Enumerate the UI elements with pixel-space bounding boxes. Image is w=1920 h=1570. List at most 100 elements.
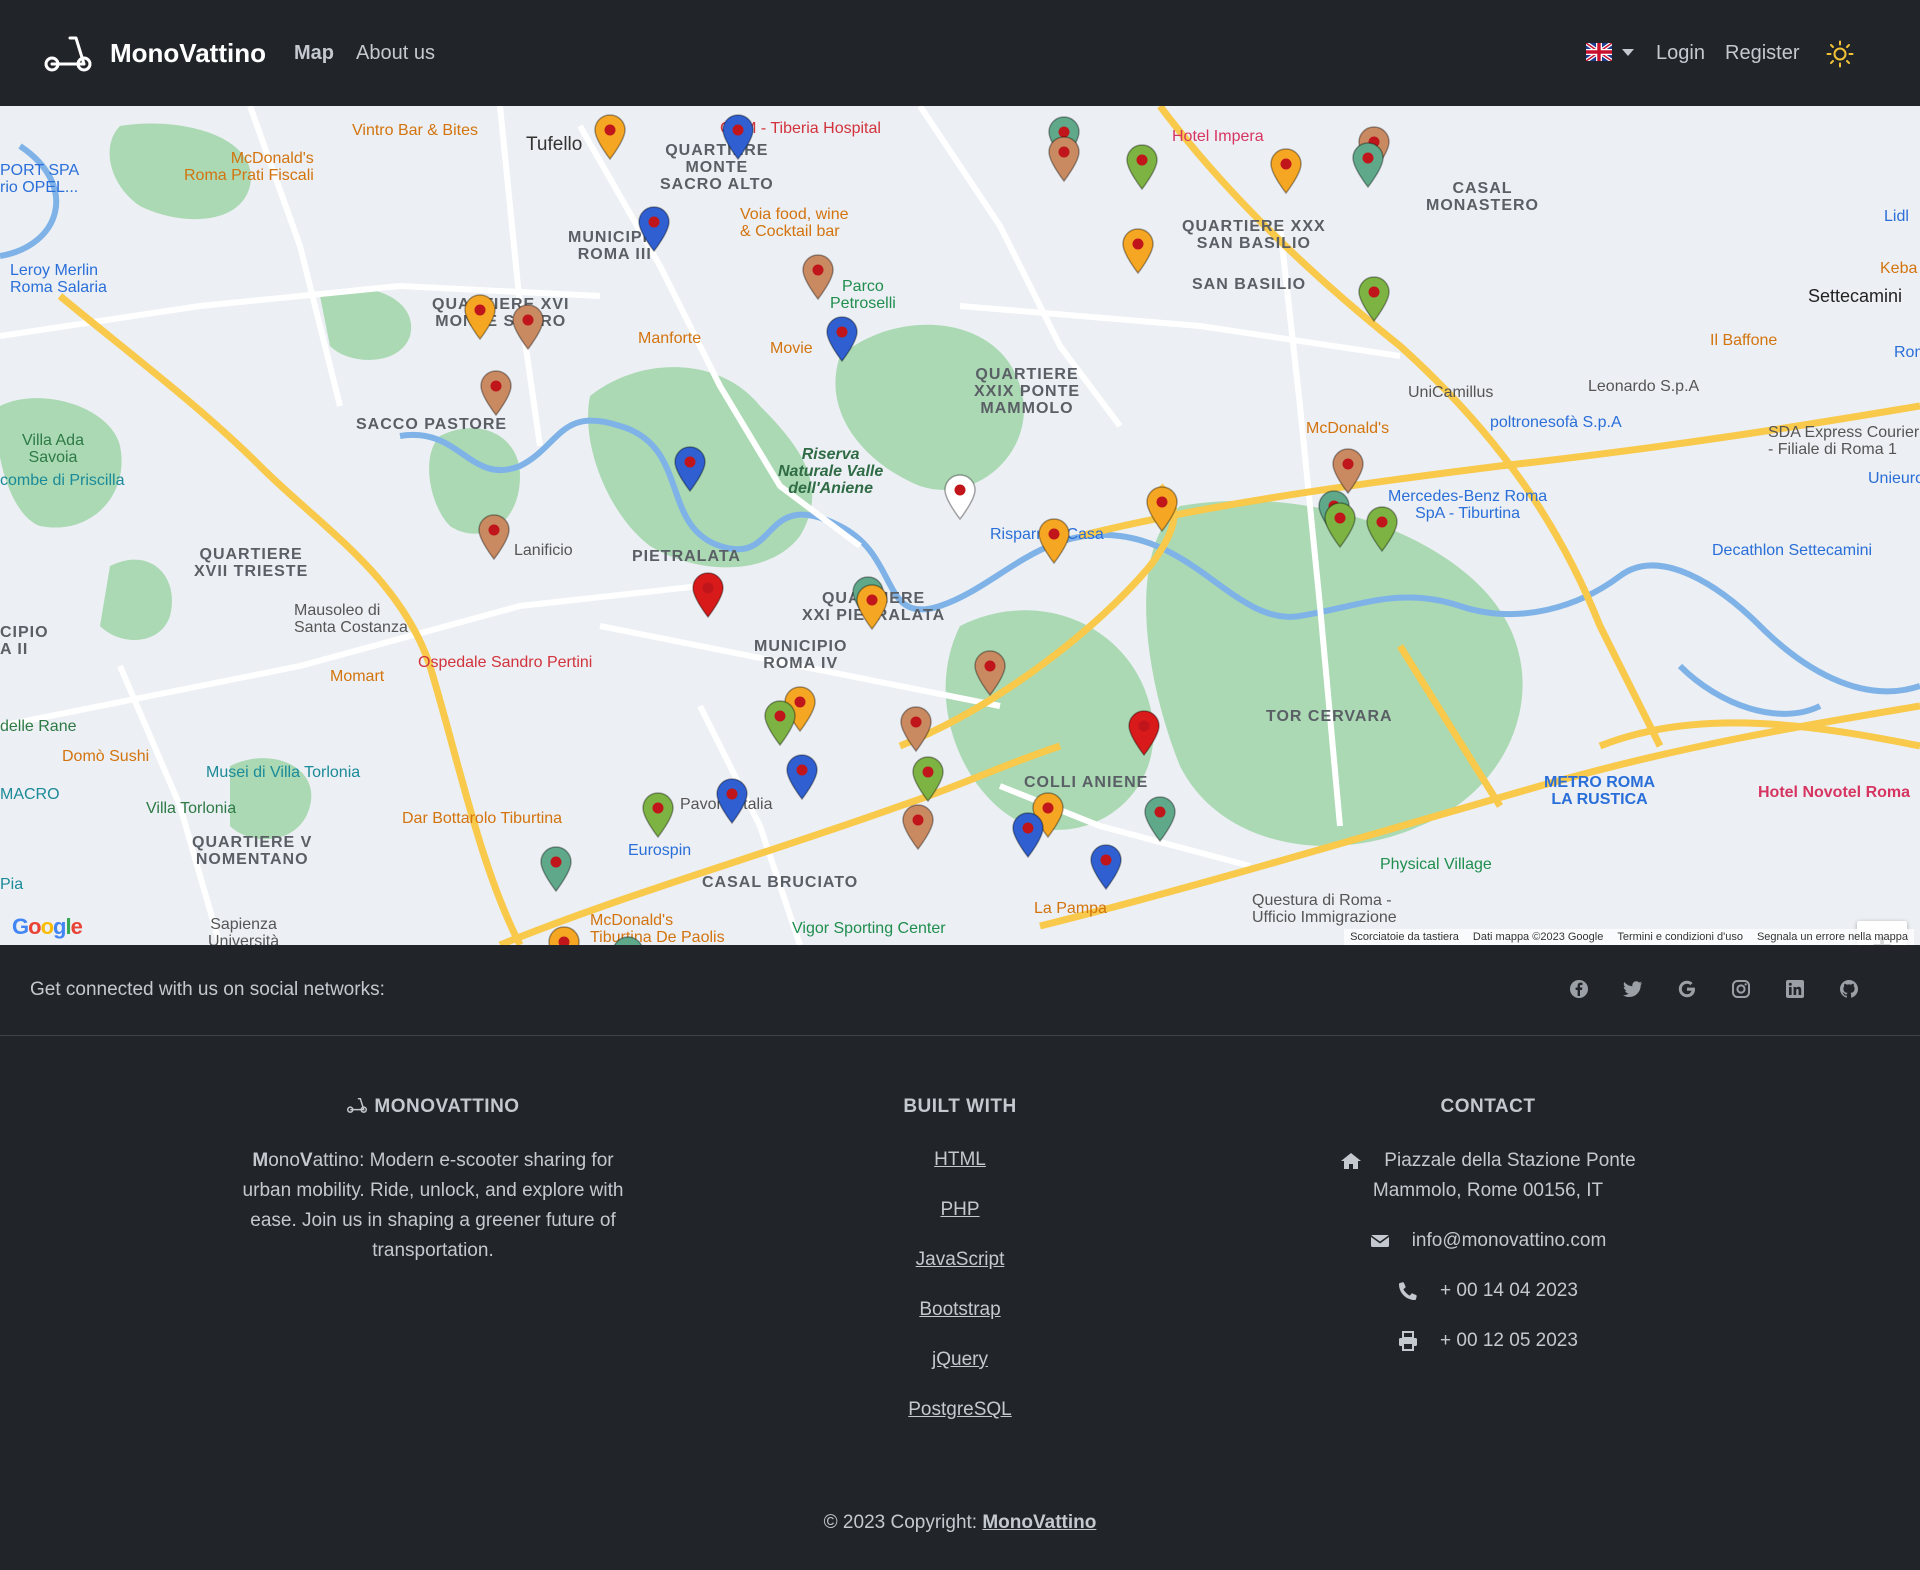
- scooter-pin[interactable]: [1143, 796, 1177, 843]
- poi-domo-sushi[interactable]: Domò Sushi: [62, 748, 149, 765]
- scooter-pin[interactable]: [801, 254, 835, 301]
- poi-momart[interactable]: Momart: [330, 668, 384, 685]
- poi-mcdonalds-3[interactable]: McDonald's: [1306, 420, 1389, 437]
- scooter-map[interactable]: Tufello QUARTIERE MONTE SACRO ALTO MUNIC…: [0, 106, 1920, 945]
- facebook-icon[interactable]: [1568, 978, 1590, 1000]
- scooter-pin[interactable]: [899, 706, 933, 753]
- poi-sapienza[interactable]: Sapienza Università: [208, 916, 279, 945]
- scooter-pin[interactable]: [1127, 710, 1161, 757]
- nav-about-link[interactable]: About us: [356, 42, 435, 65]
- poi-lanificio[interactable]: Lanificio: [514, 542, 573, 559]
- keyboard-shortcuts-link[interactable]: Scorciatoie da tastiera: [1350, 931, 1459, 943]
- scooter-pin[interactable]: [1323, 502, 1357, 549]
- poi-eurospin[interactable]: Eurospin: [628, 842, 691, 859]
- link-html[interactable]: HTML: [860, 1146, 1060, 1173]
- poi-il-baffone[interactable]: Il Baffone: [1710, 332, 1777, 349]
- poi-parco-petroselli[interactable]: Parco Petroselli: [830, 278, 896, 312]
- poi-manforte[interactable]: Manforte: [638, 330, 701, 347]
- scooter-pin[interactable]: [1331, 448, 1365, 495]
- scooter-pin[interactable]: [1089, 844, 1123, 891]
- scooter-pin[interactable]: [785, 754, 819, 801]
- language-dropdown[interactable]: [1586, 43, 1634, 61]
- scooter-pin[interactable]: [637, 206, 671, 253]
- poi-decathlon[interactable]: Decathlon Settecamini: [1712, 542, 1872, 559]
- poi-movie[interactable]: Movie: [770, 340, 813, 357]
- scooter-pin[interactable]: [1365, 506, 1399, 553]
- theme-toggle-button[interactable]: [1826, 40, 1854, 73]
- link-php[interactable]: PHP: [860, 1196, 1060, 1223]
- link-postgresql[interactable]: PostgreSQL: [860, 1396, 1060, 1423]
- poi-poltronesofa[interactable]: poltronesofà S.p.A: [1490, 414, 1622, 431]
- scooter-pin[interactable]: [1269, 148, 1303, 195]
- poi-ospedale[interactable]: Ospedale Sandro Pertini: [418, 654, 592, 671]
- report-error-link[interactable]: Segnala un errore nella mappa: [1757, 931, 1908, 943]
- poi-physical-village[interactable]: Physical Village: [1380, 856, 1492, 873]
- brand[interactable]: MonoVattino: [44, 34, 266, 72]
- poi-mercedes[interactable]: Mercedes-Benz Roma SpA - Tiburtina: [1388, 488, 1547, 522]
- scooter-pin[interactable]: [973, 650, 1007, 697]
- scooter-pin[interactable]: [463, 294, 497, 341]
- poi-catacombe[interactable]: combe di Priscilla: [0, 472, 124, 489]
- link-bootstrap[interactable]: Bootstrap: [860, 1296, 1060, 1323]
- poi-dar-bottarolo[interactable]: Dar Bottarolo Tiburtina: [402, 810, 562, 827]
- scooter-pin[interactable]: [1145, 486, 1179, 533]
- github-icon[interactable]: [1838, 978, 1860, 1000]
- instagram-icon[interactable]: [1730, 978, 1752, 1000]
- scooter-pin[interactable]: [1047, 136, 1081, 183]
- scooter-pin[interactable]: [721, 114, 755, 161]
- poi-pia[interactable]: Pia: [0, 876, 23, 893]
- scooter-pin[interactable]: [901, 804, 935, 851]
- register-link[interactable]: Register: [1725, 42, 1799, 65]
- poi-rom[interactable]: Rom: [1894, 344, 1920, 361]
- google-icon[interactable]: [1676, 978, 1698, 1000]
- scooter-pin[interactable]: [691, 572, 725, 619]
- poi-unicamillus[interactable]: UniCamillus: [1408, 384, 1493, 401]
- scooter-pin[interactable]: [825, 316, 859, 363]
- scooter-pin[interactable]: [511, 304, 545, 351]
- poi-leroy-merlin[interactable]: Leroy Merlin Roma Salaria: [10, 262, 107, 296]
- scooter-pin[interactable]: [1357, 276, 1391, 323]
- scooter-pin[interactable]: [1037, 518, 1071, 565]
- poi-hotel-novotel[interactable]: Hotel Novotel Roma: [1758, 784, 1910, 801]
- poi-vintro[interactable]: Vintro Bar & Bites: [352, 122, 478, 139]
- scooter-pin[interactable]: [763, 700, 797, 747]
- terms-link[interactable]: Termini e condizioni d'uso: [1617, 931, 1743, 943]
- poi-leonardo[interactable]: Leonardo S.p.A: [1588, 378, 1699, 395]
- poi-la-pampa[interactable]: La Pampa: [1034, 900, 1107, 917]
- scooter-pin[interactable]: [673, 446, 707, 493]
- poi-hotel-imperia[interactable]: Hotel Impera: [1172, 128, 1264, 145]
- link-javascript[interactable]: JavaScript: [860, 1246, 1060, 1273]
- contact-email-text[interactable]: info@monovattino.com: [1412, 1230, 1607, 1251]
- poi-unieuro[interactable]: Unieuro: [1868, 470, 1920, 487]
- poi-port-spa[interactable]: PORT SPA rio OPEL...: [0, 162, 79, 196]
- scooter-pin[interactable]: [1011, 812, 1045, 859]
- poi-delle-rane[interactable]: delle Rane: [0, 718, 77, 735]
- poi-sda[interactable]: SDA Express Courier - Filiale di Roma 1: [1768, 424, 1919, 458]
- login-link[interactable]: Login: [1656, 42, 1705, 65]
- poi-voia[interactable]: Voia food, wine & Cocktail bar: [740, 206, 849, 240]
- scooter-pin[interactable]: [1351, 142, 1385, 189]
- poi-mausoleo[interactable]: Mausoleo di Santa Costanza: [294, 602, 408, 636]
- scooter-pin[interactable]: [477, 514, 511, 561]
- scooter-pin[interactable]: [641, 792, 675, 839]
- scooter-pin[interactable]: [715, 778, 749, 825]
- scooter-pin[interactable]: [943, 474, 977, 521]
- link-jquery[interactable]: jQuery: [860, 1346, 1060, 1373]
- poi-vigor[interactable]: Vigor Sporting Center: [792, 920, 946, 937]
- poi-riserva[interactable]: Riserva Naturale Valle dell'Aniene: [778, 446, 883, 497]
- scooter-pin[interactable]: [547, 926, 581, 945]
- scooter-pin[interactable]: [1121, 228, 1155, 275]
- poi-mcdonalds-prati[interactable]: McDonald's Roma Prati Fiscali: [184, 150, 314, 184]
- scooter-pin[interactable]: [911, 756, 945, 803]
- scooter-pin[interactable]: [611, 936, 645, 945]
- linkedin-icon[interactable]: [1784, 978, 1806, 1000]
- poi-kebab[interactable]: Keba: [1880, 260, 1917, 277]
- scooter-pin[interactable]: [855, 584, 889, 631]
- scooter-pin[interactable]: [479, 370, 513, 417]
- nav-map-link[interactable]: Map: [294, 42, 334, 65]
- scooter-pin[interactable]: [593, 114, 627, 161]
- poi-macro[interactable]: MACRO: [0, 786, 60, 803]
- poi-musei[interactable]: Musei di Villa Torlonia: [206, 764, 360, 781]
- poi-questura[interactable]: Questura di Roma - Ufficio Immigrazione: [1252, 892, 1397, 926]
- copyright-link[interactable]: MonoVattino: [982, 1512, 1096, 1533]
